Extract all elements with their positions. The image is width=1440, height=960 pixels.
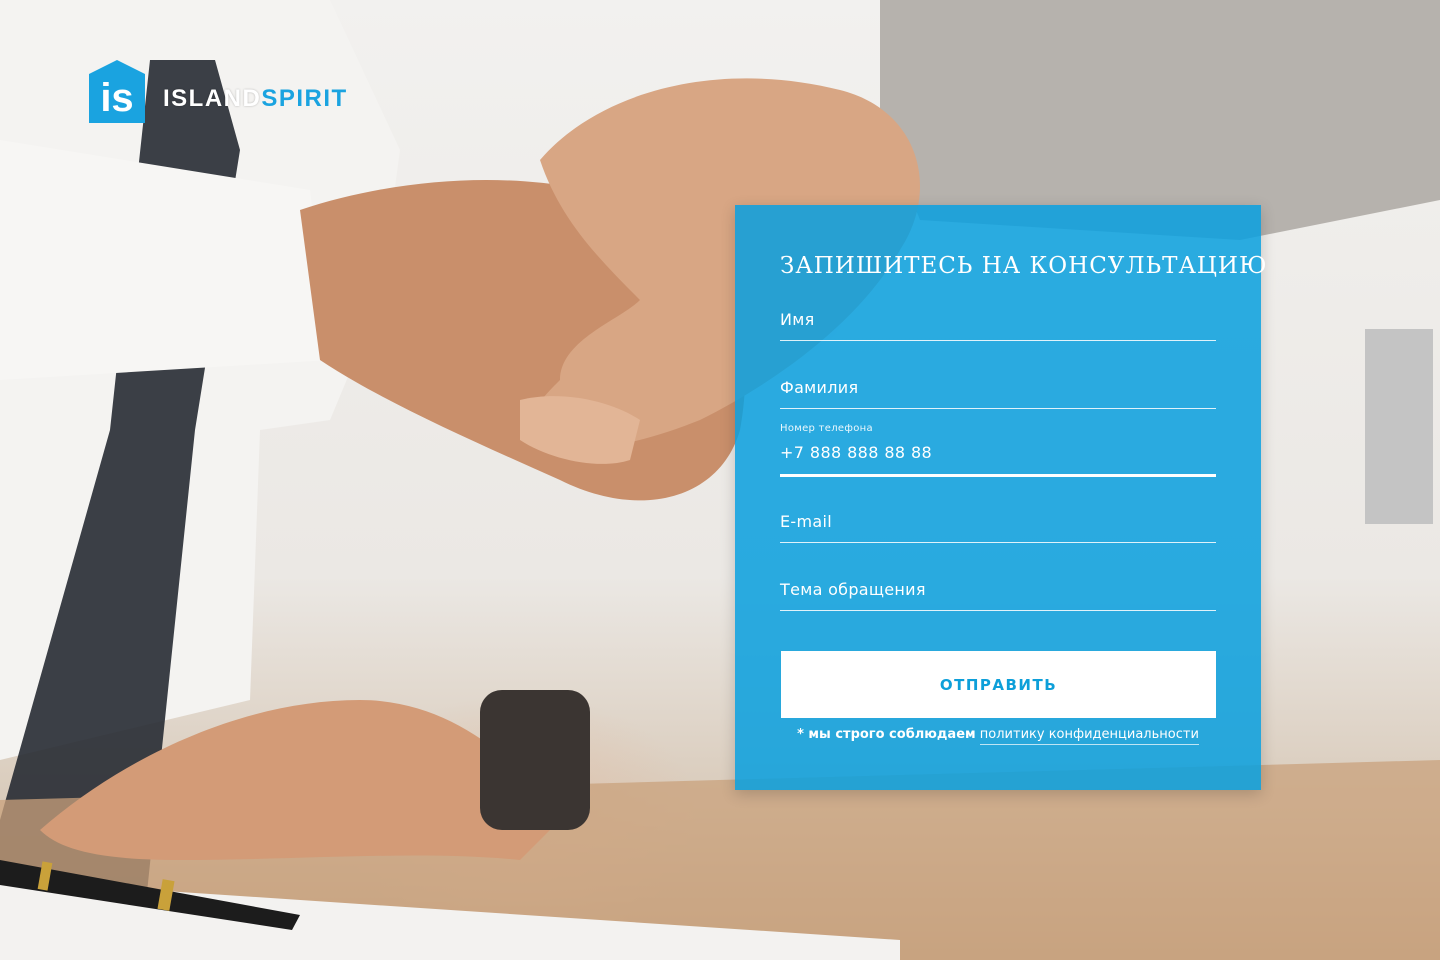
privacy-policy-link[interactable]: политику конфиденциальности	[979, 727, 1199, 745]
first-name-field[interactable]: Имя	[780, 305, 1216, 341]
svg-text:is: is	[100, 76, 133, 120]
phone-field[interactable]: Номер телефона +7 888 888 88 88	[780, 423, 1216, 477]
brand-logo[interactable]: is ISLANDSPIRIT	[89, 60, 348, 123]
privacy-prefix: * мы строго соблюдаем	[797, 727, 976, 742]
consultation-form: ЗАПИШИТЕСЬ НА КОНСУЛЬТАЦИЮ Имя Фамилия Н…	[735, 205, 1266, 790]
side-scroll-tab[interactable]	[1365, 329, 1433, 524]
phone-label: Номер телефона	[780, 423, 873, 434]
email-field[interactable]: E-mail	[780, 507, 1216, 543]
brand-name-part1: ISLAND	[163, 84, 262, 112]
house-logo-icon: is	[89, 60, 145, 123]
subject-field[interactable]: Тема обращения	[780, 575, 1216, 611]
subject-placeholder: Тема обращения	[780, 580, 926, 599]
first-name-placeholder: Имя	[780, 310, 815, 329]
form-title: ЗАПИШИТЕСЬ НА КОНСУЛЬТАЦИЮ	[780, 253, 1268, 279]
privacy-note: * мы строго соблюдаем политику конфиденц…	[735, 727, 1261, 745]
submit-button[interactable]: ОТПРАВИТЬ	[781, 651, 1216, 718]
phone-value: +7 888 888 88 88	[780, 443, 933, 462]
brand-name-part2: SPIRIT	[261, 84, 348, 112]
last-name-field[interactable]: Фамилия	[780, 373, 1216, 409]
last-name-placeholder: Фамилия	[780, 378, 859, 397]
brand-name: ISLANDSPIRIT	[163, 85, 348, 113]
email-placeholder: E-mail	[780, 512, 832, 531]
